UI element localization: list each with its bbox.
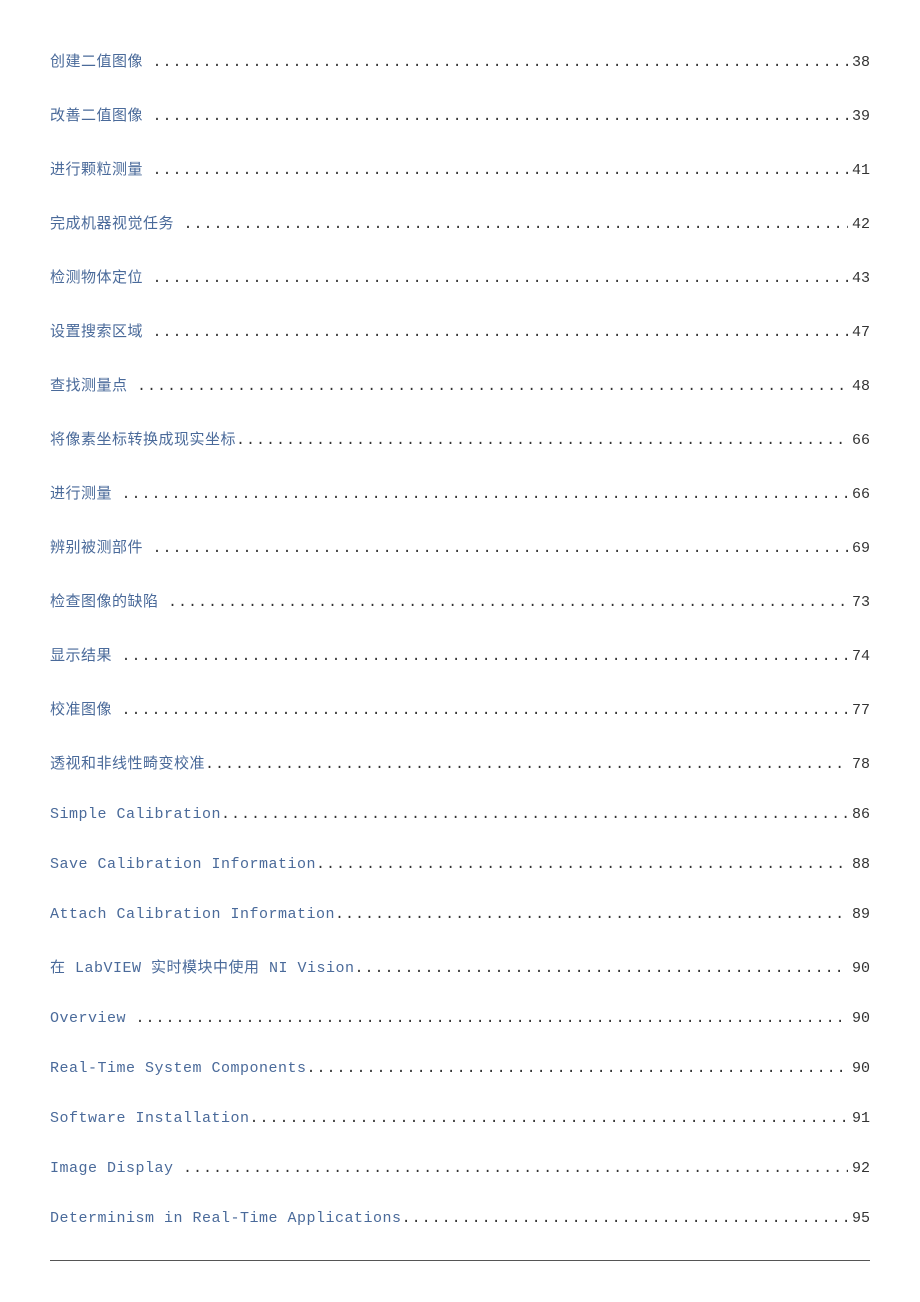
toc-entry-page: 43 xyxy=(848,270,870,287)
toc-leader-dots xyxy=(236,432,848,449)
toc-entry: Overview 90 xyxy=(50,1010,870,1027)
toc-entry-page: 38 xyxy=(848,54,870,71)
toc-entry-title[interactable]: Save Calibration Information xyxy=(50,856,316,873)
toc-entry: Save Calibration Information 88 xyxy=(50,856,870,873)
toc-entry-title[interactable]: 校准图像 xyxy=(50,698,122,719)
toc-entry-page: 42 xyxy=(848,216,870,233)
toc-entry: Determinism in Real-Time Applications 95 xyxy=(50,1210,870,1227)
toc-entry: 进行颗粒测量 41 xyxy=(50,158,870,179)
toc-leader-dots xyxy=(122,486,848,503)
toc-entry: Attach Calibration Information 89 xyxy=(50,906,870,923)
toc-entry-page: 90 xyxy=(848,1060,870,1077)
toc-entry-page: 47 xyxy=(848,324,870,341)
toc-entry-title[interactable]: 设置搜索区域 xyxy=(50,320,153,341)
toc-leader-dots xyxy=(168,594,848,611)
toc-leader-dots xyxy=(316,856,848,873)
toc-leader-dots xyxy=(335,906,848,923)
toc-leader-dots xyxy=(136,1010,848,1027)
toc-entry: 改善二值图像 39 xyxy=(50,104,870,125)
toc-leader-dots xyxy=(153,54,848,71)
toc-leader-dots xyxy=(250,1110,848,1127)
toc-leader-dots xyxy=(153,270,848,287)
toc-leader-dots xyxy=(307,1060,848,1077)
toc-entry-title[interactable]: 检测物体定位 xyxy=(50,266,153,287)
toc-leader-dots xyxy=(153,540,848,557)
toc-entry-page: 90 xyxy=(848,1010,870,1027)
toc-leader-dots xyxy=(153,108,848,125)
toc-entry-title[interactable]: 改善二值图像 xyxy=(50,104,153,125)
toc-entry-title[interactable]: 透视和非线性畸变校准 xyxy=(50,752,205,773)
toc-entry-page: 88 xyxy=(848,856,870,873)
toc-leader-dots xyxy=(355,960,848,977)
toc-entry-page: 73 xyxy=(848,594,870,611)
toc-entry-page: 91 xyxy=(848,1110,870,1127)
toc-entry: Real-Time System Components 90 xyxy=(50,1060,870,1077)
toc-entry-title[interactable]: 辨别被测部件 xyxy=(50,536,153,557)
toc-entry: 检测物体定位 43 xyxy=(50,266,870,287)
toc-entry-title[interactable]: Determinism in Real-Time Applications xyxy=(50,1210,402,1227)
toc-entry-page: 92 xyxy=(848,1160,870,1177)
toc-entry-title[interactable]: 检查图像的缺陷 xyxy=(50,590,168,611)
toc-entry: Simple Calibration 86 xyxy=(50,806,870,823)
toc-entry-page: 86 xyxy=(848,806,870,823)
toc-entry-page: 69 xyxy=(848,540,870,557)
toc-entry-title[interactable]: 将像素坐标转换成现实坐标 xyxy=(50,428,236,449)
toc-entry: 在 LabVIEW 实时模块中使用 NI Vision 90 xyxy=(50,956,870,977)
toc-entry: 创建二值图像 38 xyxy=(50,50,870,71)
toc-leader-dots xyxy=(402,1210,848,1227)
toc-entry-page: 66 xyxy=(848,486,870,503)
toc-entry-page: 77 xyxy=(848,702,870,719)
toc-leader-dots xyxy=(221,806,848,823)
toc-entry: Image Display 92 xyxy=(50,1160,870,1177)
toc-entry-page: 74 xyxy=(848,648,870,665)
toc-entry-page: 78 xyxy=(848,756,870,773)
toc-entry-title[interactable]: 显示结果 xyxy=(50,644,122,665)
toc-entry-page: 89 xyxy=(848,906,870,923)
toc-entry-title[interactable]: Simple Calibration xyxy=(50,806,221,823)
toc-entry-page: 95 xyxy=(848,1210,870,1227)
toc-entry-title[interactable]: 进行颗粒测量 xyxy=(50,158,153,179)
toc-entry: 检查图像的缺陷 73 xyxy=(50,590,870,611)
toc-entry: 完成机器视觉任务 42 xyxy=(50,212,870,233)
footer-rule xyxy=(50,1260,870,1261)
toc-leader-dots xyxy=(122,702,848,719)
toc-entry: 显示结果 74 xyxy=(50,644,870,665)
toc-entry-page: 48 xyxy=(848,378,870,395)
toc-entry-title[interactable]: Real-Time System Components xyxy=(50,1060,307,1077)
toc-entry: 辨别被测部件 69 xyxy=(50,536,870,557)
toc-leader-dots xyxy=(153,324,848,341)
toc-entry: 设置搜索区域 47 xyxy=(50,320,870,341)
toc-page: 创建二值图像 38 改善二值图像 39 进行颗粒测量 41 完成机器视觉任务 42 检测物体定位… xyxy=(0,0,920,1291)
toc-entry-page: 41 xyxy=(848,162,870,179)
toc-entry-title[interactable]: Software Installation xyxy=(50,1110,250,1127)
toc-entry: 透视和非线性畸变校准 78 xyxy=(50,752,870,773)
toc-entry: 校准图像 77 xyxy=(50,698,870,719)
toc-entry-title[interactable]: 进行测量 xyxy=(50,482,122,503)
toc-entry-page: 90 xyxy=(848,960,870,977)
toc-entry: 查找测量点 48 xyxy=(50,374,870,395)
toc-entry-page: 66 xyxy=(848,432,870,449)
toc-leader-dots xyxy=(184,216,848,233)
toc-entry-title[interactable]: Attach Calibration Information xyxy=(50,906,335,923)
toc-entry-title[interactable]: Image Display xyxy=(50,1160,183,1177)
toc-entry-title[interactable]: 完成机器视觉任务 xyxy=(50,212,184,233)
toc-entry-title[interactable]: 查找测量点 xyxy=(50,374,137,395)
toc-leader-dots xyxy=(183,1160,848,1177)
toc-leader-dots xyxy=(137,378,848,395)
toc-leader-dots xyxy=(122,648,848,665)
toc-entry: Software Installation 91 xyxy=(50,1110,870,1127)
toc-entry: 进行测量 66 xyxy=(50,482,870,503)
toc-list: 创建二值图像 38 改善二值图像 39 进行颗粒测量 41 完成机器视觉任务 42 检测物体定位… xyxy=(50,50,870,1227)
toc-entry-title[interactable]: 创建二值图像 xyxy=(50,50,153,71)
toc-entry-title[interactable]: 在 LabVIEW 实时模块中使用 NI Vision xyxy=(50,956,355,977)
toc-entry-page: 39 xyxy=(848,108,870,125)
toc-leader-dots xyxy=(205,756,848,773)
toc-entry: 将像素坐标转换成现实坐标 66 xyxy=(50,428,870,449)
toc-entry-title[interactable]: Overview xyxy=(50,1010,136,1027)
toc-leader-dots xyxy=(153,162,848,179)
